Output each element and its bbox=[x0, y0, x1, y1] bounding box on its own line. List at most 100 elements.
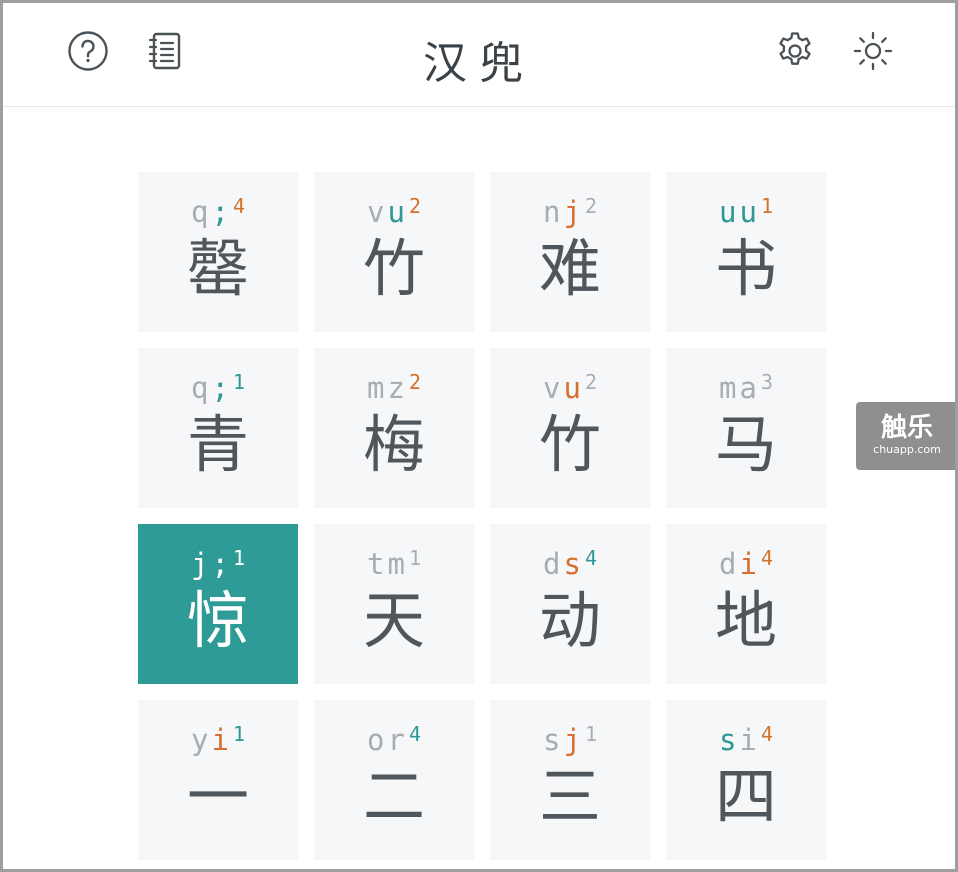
pinyin-code: uu1 bbox=[666, 192, 826, 232]
grid-cell-2-2[interactable]: ds4 动 bbox=[490, 524, 650, 684]
grid-cell-3-0[interactable]: yi1 一 bbox=[138, 700, 298, 860]
code-letter: ; bbox=[211, 195, 232, 229]
hanzi-character: 马 bbox=[714, 408, 777, 481]
tone-number: 1 bbox=[760, 194, 773, 218]
code-letter: ; bbox=[211, 371, 232, 405]
hanzi-character: 竹 bbox=[538, 408, 601, 481]
tone-number: 1 bbox=[232, 370, 245, 394]
code-letter: ; bbox=[211, 547, 232, 581]
code-letter: s bbox=[719, 723, 740, 757]
hanzi-character: 难 bbox=[538, 232, 601, 305]
code-letter: u bbox=[719, 195, 740, 229]
code-letter: v bbox=[543, 371, 564, 405]
hanzi-character: 地 bbox=[714, 584, 777, 657]
code-letter: i bbox=[211, 723, 232, 757]
hanzi-character: 竹 bbox=[362, 232, 425, 305]
code-letter: u bbox=[387, 195, 408, 229]
code-letter: q bbox=[191, 195, 212, 229]
code-letter: j bbox=[563, 723, 584, 757]
tone-number: 3 bbox=[760, 370, 773, 394]
hanzi-character: 四 bbox=[714, 760, 777, 833]
settings-button[interactable] bbox=[774, 30, 816, 72]
guess-grid: q;4 罄 vu2 竹 nj2 难 uu1 书 q;1 青 mz2 梅 vu2 竹 ma3 马 j;1 惊 tm1 天… bbox=[138, 172, 826, 860]
grid-cell-1-3[interactable]: ma3 马 bbox=[666, 348, 826, 508]
code-letter: j bbox=[563, 195, 584, 229]
pinyin-code: ma3 bbox=[666, 368, 826, 408]
watermark-url: chuapp.com bbox=[873, 443, 941, 456]
tone-number: 2 bbox=[584, 194, 597, 218]
tone-number: 2 bbox=[408, 194, 421, 218]
pinyin-code: sj1 bbox=[490, 720, 650, 760]
tone-number: 4 bbox=[408, 722, 421, 746]
pinyin-code: j;1 bbox=[138, 544, 298, 584]
grid-cell-1-2[interactable]: vu2 竹 bbox=[490, 348, 650, 508]
tone-number: 4 bbox=[232, 194, 245, 218]
pinyin-code: yi1 bbox=[138, 720, 298, 760]
tone-number: 4 bbox=[760, 722, 773, 746]
pinyin-code: si4 bbox=[666, 720, 826, 760]
code-letter: t bbox=[367, 547, 388, 581]
code-letter: i bbox=[739, 723, 760, 757]
code-letter: j bbox=[191, 547, 212, 581]
grid-cell-2-0[interactable]: j;1 惊 bbox=[138, 524, 298, 684]
grid-cell-3-1[interactable]: or4 二 bbox=[314, 700, 474, 860]
grid-cell-1-0[interactable]: q;1 青 bbox=[138, 348, 298, 508]
code-letter: q bbox=[191, 371, 212, 405]
code-letter: o bbox=[367, 723, 388, 757]
pinyin-code: nj2 bbox=[490, 192, 650, 232]
pinyin-code: vu2 bbox=[490, 368, 650, 408]
code-letter: n bbox=[543, 195, 564, 229]
grid-cell-3-2[interactable]: sj1 三 bbox=[490, 700, 650, 860]
grid-cell-0-3[interactable]: uu1 书 bbox=[666, 172, 826, 332]
pinyin-code: mz2 bbox=[314, 368, 474, 408]
tone-number: 2 bbox=[408, 370, 421, 394]
hanzi-character: 三 bbox=[538, 760, 601, 833]
hanzi-character: 梅 bbox=[362, 408, 425, 481]
code-letter: i bbox=[739, 547, 760, 581]
code-letter: s bbox=[563, 547, 584, 581]
code-letter: u bbox=[563, 371, 584, 405]
code-letter: m bbox=[719, 371, 740, 405]
hanzi-character: 书 bbox=[714, 232, 777, 305]
grid-cell-2-3[interactable]: di4 地 bbox=[666, 524, 826, 684]
code-letter: a bbox=[739, 371, 760, 405]
code-letter: s bbox=[543, 723, 564, 757]
code-letter: y bbox=[191, 723, 212, 757]
code-letter: v bbox=[367, 195, 388, 229]
code-letter: z bbox=[387, 371, 408, 405]
pinyin-code: ds4 bbox=[490, 544, 650, 584]
hanzi-character: 惊 bbox=[186, 584, 249, 657]
grid-cell-0-1[interactable]: vu2 竹 bbox=[314, 172, 474, 332]
app-header: 汉兜 bbox=[3, 3, 955, 107]
hanzi-character: 天 bbox=[362, 584, 425, 657]
code-letter: m bbox=[367, 371, 388, 405]
hanzi-character: 一 bbox=[186, 760, 249, 833]
code-letter: m bbox=[387, 547, 408, 581]
pinyin-code: q;1 bbox=[138, 368, 298, 408]
theme-toggle-button[interactable] bbox=[852, 30, 894, 72]
pinyin-code: tm1 bbox=[314, 544, 474, 584]
pinyin-code: q;4 bbox=[138, 192, 298, 232]
grid-cell-0-2[interactable]: nj2 难 bbox=[490, 172, 650, 332]
theme-sun-icon bbox=[853, 31, 893, 71]
pinyin-code: di4 bbox=[666, 544, 826, 584]
grid-cell-2-1[interactable]: tm1 天 bbox=[314, 524, 474, 684]
tone-number: 4 bbox=[760, 546, 773, 570]
watermark-logo: 触乐 bbox=[880, 413, 933, 443]
tone-number: 1 bbox=[408, 546, 421, 570]
code-letter: d bbox=[719, 547, 740, 581]
settings-icon bbox=[779, 32, 811, 65]
watermark: 触乐 chuapp.com bbox=[856, 402, 958, 470]
grid-cell-0-0[interactable]: q;4 罄 bbox=[138, 172, 298, 332]
tone-number: 1 bbox=[232, 722, 245, 746]
tone-number: 1 bbox=[584, 722, 597, 746]
tone-number: 4 bbox=[584, 546, 597, 570]
pinyin-code: or4 bbox=[314, 720, 474, 760]
code-letter: r bbox=[387, 723, 408, 757]
grid-cell-3-3[interactable]: si4 四 bbox=[666, 700, 826, 860]
grid-cell-1-1[interactable]: mz2 梅 bbox=[314, 348, 474, 508]
hanzi-character: 动 bbox=[538, 584, 601, 657]
code-letter: d bbox=[543, 547, 564, 581]
tone-number: 1 bbox=[232, 546, 245, 570]
hanzi-character: 罄 bbox=[186, 232, 249, 305]
